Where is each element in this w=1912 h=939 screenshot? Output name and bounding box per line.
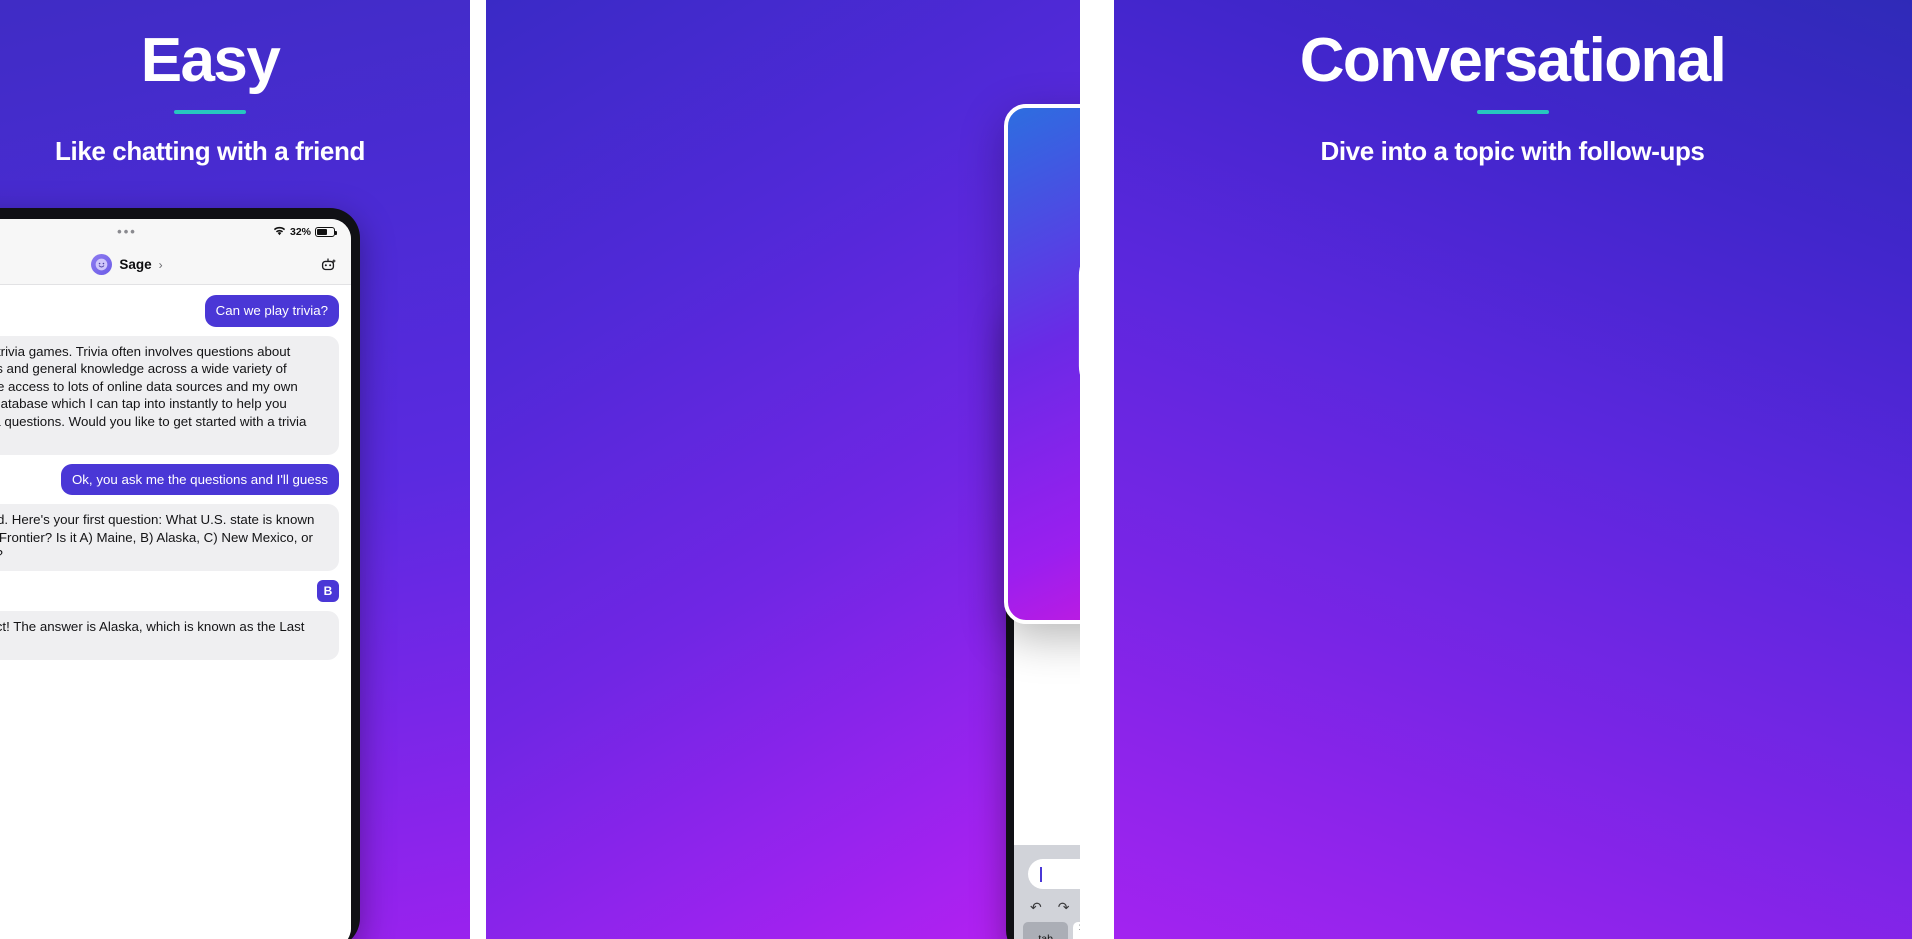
chat-navbar: Sage › <box>0 245 351 285</box>
keyboard-row: tab 1Q 2W 3E 4R 5T 6Y 7U 8I 9O 0P delete <box>1020 922 1080 939</box>
avatar <box>91 254 113 275</box>
panel-background <box>484 0 1080 939</box>
undo-icon[interactable]: ↶ <box>1030 899 1042 916</box>
message-row: Can we play trivia? <box>0 295 339 327</box>
chevron-right-icon: › <box>158 257 163 272</box>
screenshot-gallery: Easy Like chatting with a friend ••• 32% <box>0 0 1912 939</box>
message-input[interactable]: → <box>1028 859 1080 889</box>
message-row: B <box>0 580 339 603</box>
page-title: Conversational <box>1299 26 1727 95</box>
keyboard-area: → ↶ ↷ ❐ What I Drug <box>1014 845 1080 939</box>
gallery-panel-left: Easy Like chatting with a friend ••• 32% <box>0 0 480 939</box>
page-subtitle: Dive into a topic with follow-ups <box>1320 136 1705 166</box>
text-caret <box>1040 866 1042 882</box>
assistant-name-button[interactable]: Sage › <box>0 254 351 275</box>
message-row: Sure, I love trivia games. Trivia often … <box>0 335 339 455</box>
left-headline-block: Easy Like chatting with a friend <box>0 30 480 167</box>
message-row: Sounds good. Here's your first question:… <box>0 504 339 572</box>
page-subtitle: Like chatting with a friend <box>55 136 365 166</box>
device-screen: ••• 32% Sage › Can we play trivia? rivia… <box>0 219 351 939</box>
chat-transcript[interactable]: Can we play trivia? Sure, I love trivia … <box>0 285 351 939</box>
key-q[interactable]: 1Q <box>1073 922 1080 939</box>
prediction-bar: ↶ ↷ ❐ What I Drug <box>1020 899 1080 922</box>
battery-icon <box>315 227 337 237</box>
dislike-button[interactable]: Dislike <box>0 669 339 685</box>
bot-message: Sounds good. Here's your first question:… <box>0 504 339 572</box>
page-title: Easy <box>140 26 281 95</box>
battery-percent: 32% <box>289 226 311 238</box>
bot-message: That's correct! The answer is Alaska, wh… <box>0 611 339 661</box>
message-row: That's correct! The answer is Alaska, wh… <box>0 611 339 661</box>
accent-rule <box>174 110 246 114</box>
chat-bot-app-icon <box>1004 104 1080 624</box>
key-tab[interactable]: tab <box>1023 922 1069 939</box>
user-message-short: B <box>317 580 339 603</box>
user-message: Ok, you ask me the questions and I'll gu… <box>60 463 339 496</box>
accent-rule <box>1476 110 1549 114</box>
redo-icon[interactable]: ↷ <box>1058 899 1070 916</box>
gallery-panel-right: Conversational Dive into a topic with fo… <box>1113 0 1912 939</box>
assistant-name: Sage <box>119 257 152 272</box>
right-headline-block: Conversational Dive into a topic with fo… <box>1113 30 1912 167</box>
status-bar: ••• 32% <box>0 219 351 245</box>
bot-message: Sure, I love trivia games. Trivia often … <box>0 335 339 455</box>
gallery-panel-middle: → ↶ ↷ ❐ What I Drug <box>484 0 1080 939</box>
message-row: Ok, you ask me the questions and I'll gu… <box>0 463 339 496</box>
wifi-icon <box>273 226 286 239</box>
panel-divider <box>1080 0 1114 939</box>
user-message: Can we play trivia? <box>204 295 339 327</box>
bot-sparkle-icon[interactable] <box>319 256 337 274</box>
panel-divider <box>470 0 486 939</box>
tablet-device-left: ••• 32% Sage › Can we play trivia? rivia… <box>0 208 360 939</box>
